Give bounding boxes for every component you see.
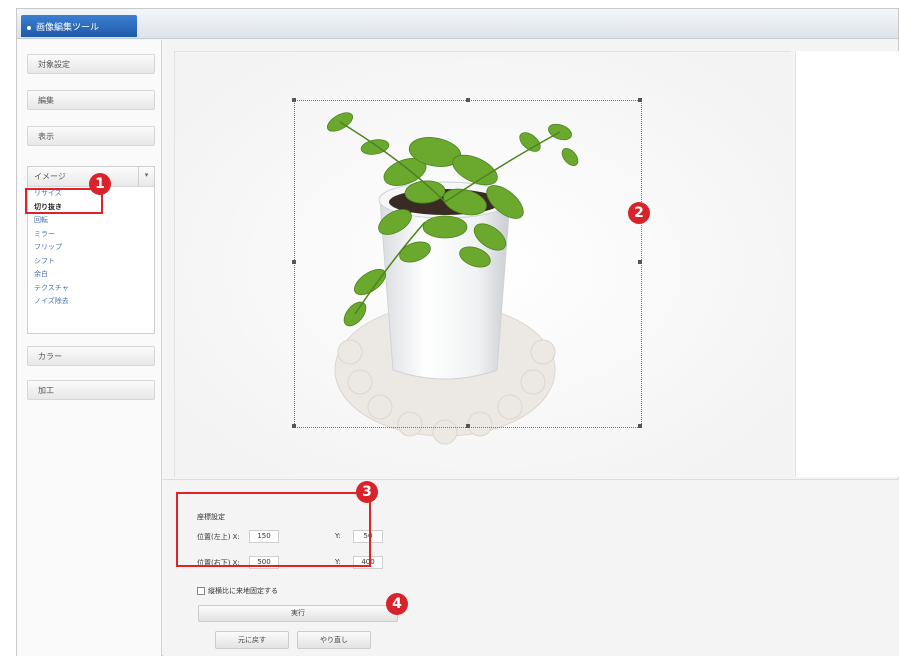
sidebar-button-target[interactable]: 対象設定 [27, 54, 155, 74]
callout-coordinate-settings [176, 492, 371, 567]
preview-area [795, 51, 899, 477]
crop-handle-left[interactable] [292, 260, 296, 264]
menu-item-texture[interactable]: テクスチャ [28, 282, 154, 296]
tab-dot-icon [27, 25, 31, 30]
run-button[interactable]: 実行 [198, 605, 398, 622]
aspect-lock-label: 縦横比に来地固定する [208, 587, 278, 595]
marker-4: 4 [386, 593, 408, 615]
menu-item-margin[interactable]: 余白 [28, 268, 154, 282]
sidebar: 対象設定 編集 表示 イメージ ▾ リサイズ 切り抜き 回転 ミラー フリップ … [17, 40, 162, 656]
image-menu-title: イメージ [34, 172, 66, 181]
menu-item-noise[interactable]: ノイズ除去 [28, 295, 154, 309]
crop-handle-top-right[interactable] [638, 98, 642, 102]
sidebar-button-color[interactable]: カラー [27, 346, 155, 366]
sidebar-button-process[interactable]: 加工 [27, 380, 155, 400]
menu-item-mirror[interactable]: ミラー [28, 228, 154, 242]
crop-selection[interactable] [292, 98, 642, 428]
sidebar-button-view[interactable]: 表示 [27, 126, 155, 146]
menu-item-flip[interactable]: フリップ [28, 241, 154, 255]
crop-handle-bottom-left[interactable] [292, 424, 296, 428]
tab-image-editor[interactable]: 画像編集ツール [21, 15, 137, 37]
marker-2: 2 [628, 202, 650, 224]
crop-handle-bottom[interactable] [466, 424, 470, 428]
tab-title: 画像編集ツール [36, 23, 100, 33]
aspect-lock-checkbox[interactable] [197, 587, 205, 595]
crop-handle-bottom-right[interactable] [638, 424, 642, 428]
app-window: 画像編集ツール 対象設定 編集 表示 イメージ ▾ リサイズ 切り抜き 回転 ミ… [16, 8, 899, 656]
callout-crop-menu [25, 188, 103, 214]
sidebar-button-edit[interactable]: 編集 [27, 90, 155, 110]
chevron-down-icon[interactable]: ▾ [138, 167, 154, 186]
marker-3: 3 [356, 481, 378, 503]
crop-handle-right[interactable] [638, 260, 642, 264]
aspect-lock-option[interactable]: 縦横比に来地固定する [197, 586, 278, 596]
title-bar: 画像編集ツール [17, 9, 898, 39]
menu-item-rotate[interactable]: 回転 [28, 214, 154, 228]
marker-1: 1 [89, 173, 111, 195]
redo-button[interactable]: やり直し [297, 631, 371, 649]
crop-handle-top[interactable] [466, 98, 470, 102]
undo-button[interactable]: 元に戻す [215, 631, 289, 649]
image-canvas[interactable] [174, 51, 792, 478]
crop-handle-top-left[interactable] [292, 98, 296, 102]
menu-item-shift[interactable]: シフト [28, 255, 154, 269]
